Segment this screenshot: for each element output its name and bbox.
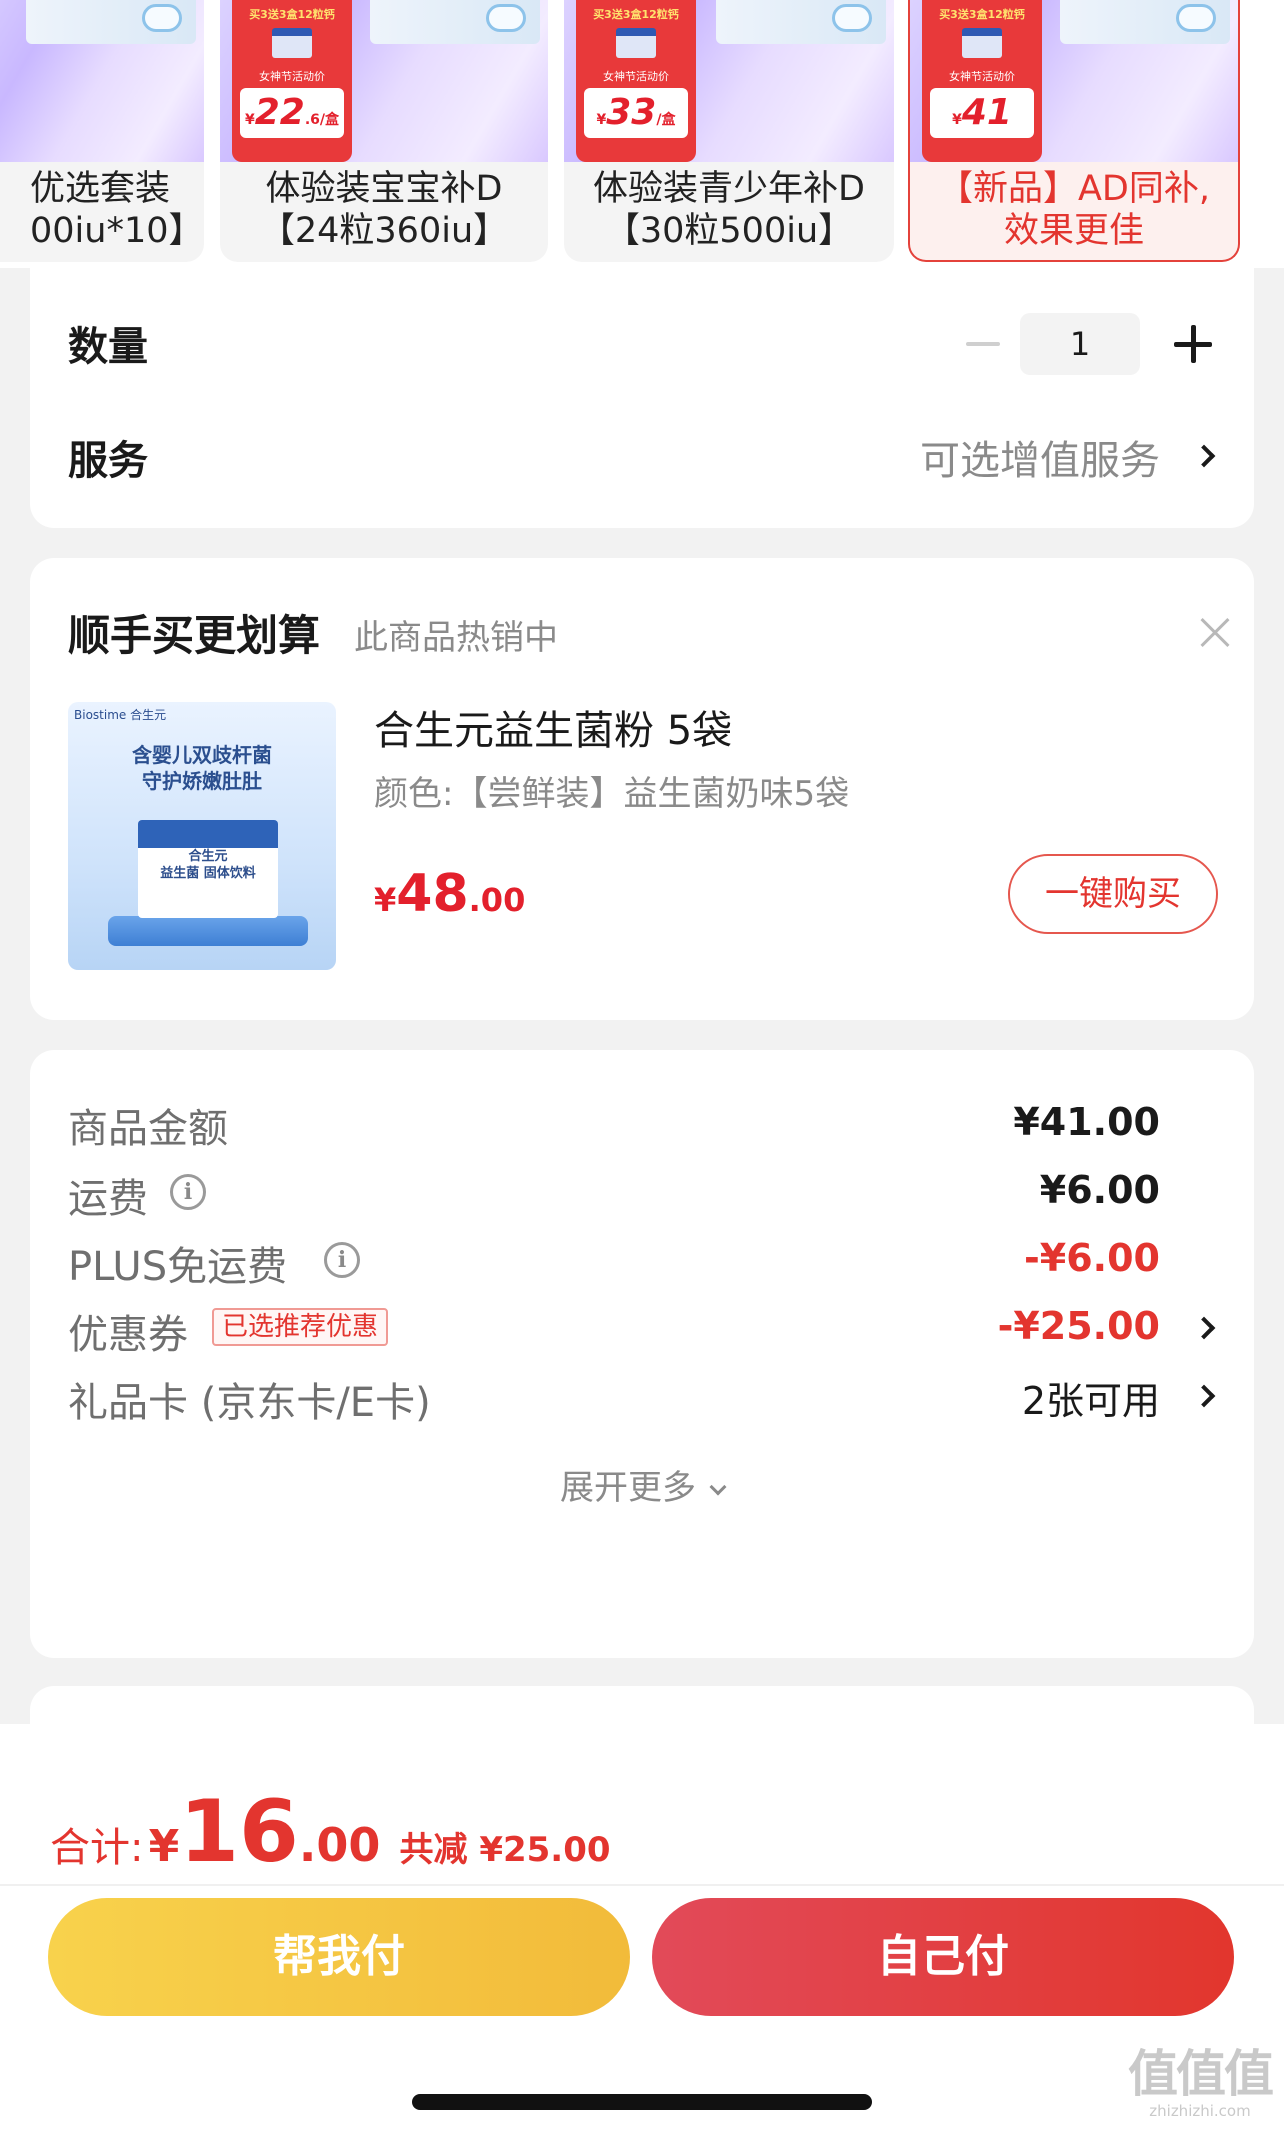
variant-label: 体验装青少年补D 【30粒500iu】 bbox=[593, 169, 865, 251]
service-value[interactable]: 可选增值服务 bbox=[920, 428, 1160, 486]
variant-option-4-selected[interactable]: 买3送3盒12粒钙 女神节活动价 ¥41 【新品】AD同补, 效果更佳 bbox=[908, 0, 1240, 262]
variant-label: 【新品】AD同补, 效果更佳 bbox=[937, 169, 1211, 251]
variant-option-1[interactable]: 优选套装 00iu*10】 bbox=[0, 0, 204, 262]
close-icon[interactable] bbox=[1200, 618, 1230, 648]
quantity-service-card: 数量 1 服务 可选增值服务 bbox=[30, 262, 1254, 528]
gift-card-value[interactable]: 2张可用 bbox=[1022, 1370, 1160, 1425]
order-total: 合计: ¥16.00 共减 ¥25.00 bbox=[50, 1782, 611, 1882]
chevron-right-icon[interactable] bbox=[1192, 1384, 1216, 1408]
info-icon[interactable]: i bbox=[170, 1174, 206, 1210]
buy-together-title: 顺手买更划算 bbox=[68, 611, 321, 660]
promo-price-tag: 买3送3盒12粒钙 女神节活动价 ¥33/盒 bbox=[576, 0, 696, 162]
shipping-label: 运费 bbox=[68, 1176, 148, 1222]
checkout-bar: 合计: ¥16.00 共减 ¥25.00 帮我付 自己付 bbox=[0, 1724, 1284, 2138]
promo-price-tag: 买3送3盒12粒钙 女神节活动价 ¥22.6/盒 bbox=[232, 0, 352, 162]
info-icon[interactable]: i bbox=[324, 1242, 360, 1278]
coupon-recommended-badge: 已选推荐优惠 bbox=[212, 1308, 389, 1346]
gift-card-label[interactable]: 礼品卡 (京东卡/E卡) bbox=[68, 1370, 431, 1428]
coupon-label[interactable]: 优惠券 bbox=[68, 1302, 188, 1360]
expand-more-button[interactable]: 展开更多 bbox=[30, 1460, 1254, 1509]
one-click-buy-button[interactable]: 一键购买 bbox=[1008, 854, 1218, 934]
chevron-down-icon bbox=[709, 1478, 727, 1496]
quantity-decrease-button[interactable] bbox=[966, 342, 1000, 346]
quantity-label: 数量 bbox=[68, 324, 148, 370]
variant-selector: 优选套装 00iu*10】 买3送3盒12粒钙 女神节活动价 ¥22.6/盒 体验… bbox=[0, 0, 1284, 268]
total-discount: 共减 ¥25.00 bbox=[399, 1830, 611, 1870]
variant-option-2[interactable]: 买3送3盒12粒钙 女神节活动价 ¥22.6/盒 体验装宝宝补D 【24粒360i… bbox=[220, 0, 548, 262]
buy-together-card: 顺手买更划算 此商品热销中 Biostime 合生元 含婴儿双歧杆菌 守护娇嫩肚肚… bbox=[30, 558, 1254, 1020]
service-label: 服务 bbox=[68, 438, 148, 484]
product-image[interactable]: Biostime 合生元 含婴儿双歧杆菌 守护娇嫩肚肚 合生元 益生菌 固体饮料 bbox=[68, 702, 336, 970]
chevron-right-icon[interactable] bbox=[1192, 1316, 1216, 1340]
promo-price-tag: 买3送3盒12粒钙 女神节活动价 ¥41 bbox=[922, 0, 1042, 162]
coupon-value[interactable]: -¥25.00 bbox=[998, 1304, 1160, 1348]
product-color: 颜色:【尝鲜装】益生菌奶味5袋 bbox=[374, 774, 850, 814]
variant-label: 优选套装 00iu*10】 bbox=[30, 169, 204, 251]
home-indicator[interactable] bbox=[412, 2094, 872, 2110]
plus-free-shipping-value: -¥6.00 bbox=[1024, 1236, 1160, 1280]
buy-together-subtitle: 此商品热销中 bbox=[354, 618, 558, 658]
help-me-pay-button[interactable]: 帮我付 bbox=[48, 1898, 630, 2016]
plus-free-shipping-label: PLUS免运费 bbox=[68, 1244, 288, 1290]
divider bbox=[0, 1884, 1284, 1886]
variant-thumbnail bbox=[0, 0, 204, 162]
shipping-value: ¥6.00 bbox=[1039, 1168, 1160, 1212]
variant-label: 体验装宝宝补D 【24粒360iu】 bbox=[259, 169, 509, 251]
watermark-logo: 值值值 zhizhizhi.com bbox=[1128, 2045, 1274, 2120]
product-name[interactable]: 合生元益生菌粉 5袋 bbox=[374, 698, 732, 756]
pay-myself-button[interactable]: 自己付 bbox=[652, 1898, 1234, 2016]
quantity-value[interactable]: 1 bbox=[1020, 313, 1140, 375]
goods-amount-value: ¥41.00 bbox=[1013, 1100, 1160, 1144]
goods-amount-label: 商品金额 bbox=[68, 1106, 228, 1152]
price-summary-card: 商品金额 ¥41.00 运费 i ¥6.00 PLUS免运费 i -¥6.00 … bbox=[30, 1050, 1254, 1658]
chevron-right-icon[interactable] bbox=[1192, 444, 1216, 468]
variant-option-3[interactable]: 买3送3盒12粒钙 女神节活动价 ¥33/盒 体验装青少年补D 【30粒500iu… bbox=[564, 0, 894, 262]
product-price: ¥48.00 bbox=[374, 864, 526, 924]
quantity-increase-button[interactable] bbox=[1174, 325, 1212, 363]
